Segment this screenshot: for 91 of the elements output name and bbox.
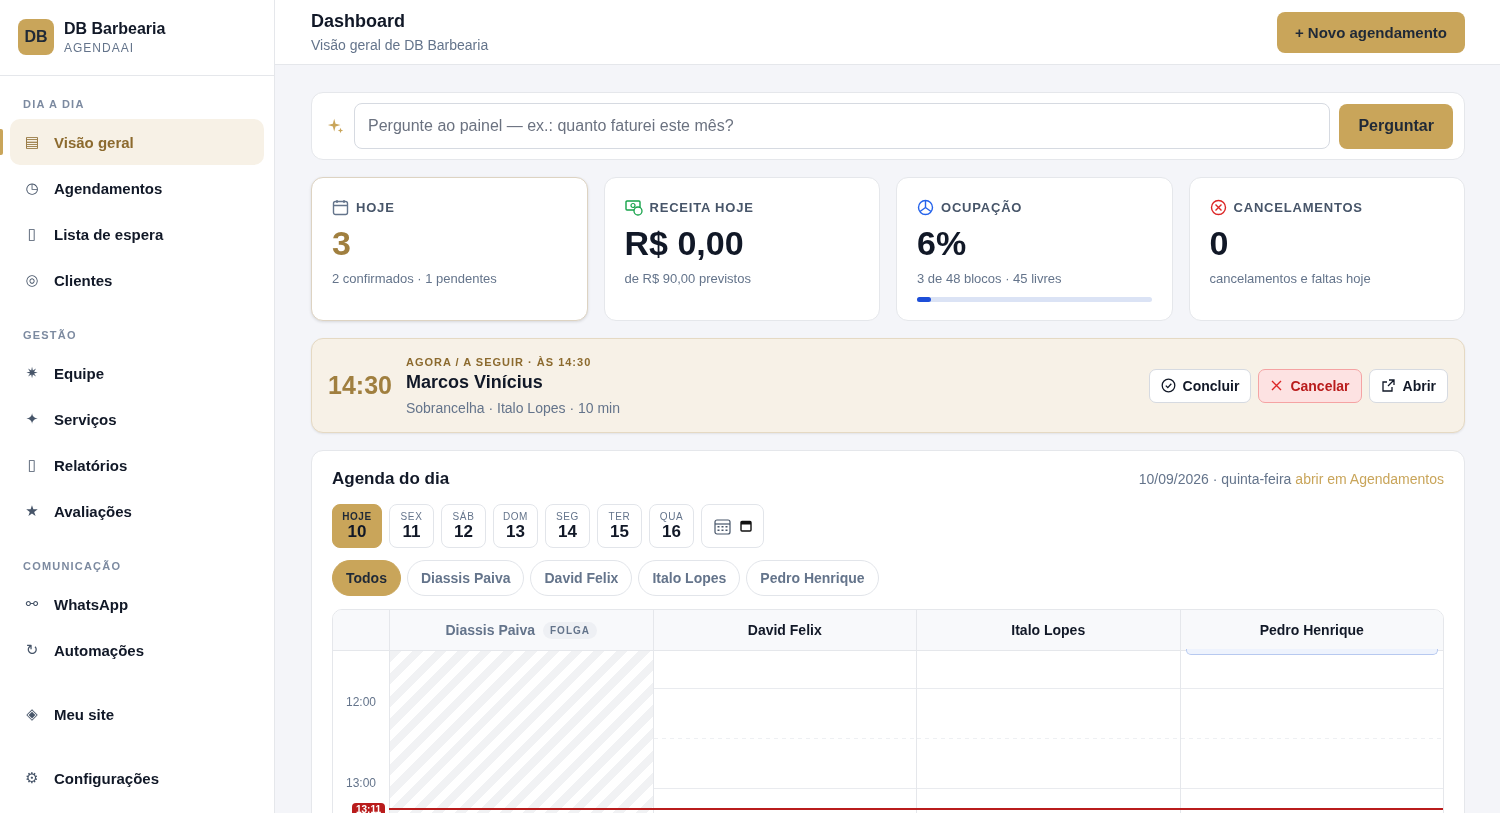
active-indicator bbox=[0, 129, 3, 155]
ask-field[interactable]: Pergunte ao painel — ex.: quanto faturei este mês? bbox=[354, 103, 1331, 149]
external-link-icon bbox=[1380, 378, 1396, 393]
stat-value: 6% bbox=[917, 225, 968, 263]
calendar-icon bbox=[739, 520, 752, 532]
agenda-date: 10/09/2026 · quinta-feira bbox=[1138, 471, 1292, 487]
staff-filter-chip[interactable]: Pedro Henrique bbox=[746, 560, 879, 596]
staff-filter-chip[interactable]: Italo Lopes bbox=[638, 560, 741, 596]
sidebar-item[interactable]: ✦ Serviços bbox=[10, 396, 264, 442]
stat-note: cancelamentos e faltas hoje bbox=[1209, 271, 1372, 287]
nav-icon: ▤ bbox=[24, 133, 40, 151]
nav-icon: ⚙ bbox=[24, 769, 40, 787]
client-name: Marcos Vinícius bbox=[405, 371, 544, 393]
staff-column-header: Pedro Henrique bbox=[1179, 610, 1443, 651]
staff-filter-chip[interactable]: David Felix bbox=[530, 560, 633, 596]
new-appointment-button[interactable]: + Novo agendamento bbox=[1276, 11, 1465, 53]
brand-logo: DB bbox=[18, 19, 54, 55]
brand-subtitle: AGENDAAI bbox=[64, 40, 135, 55]
section-title: DIA A DIA bbox=[22, 97, 86, 112]
stat-label: OCUPAÇÃO bbox=[941, 200, 1023, 215]
calendar-grid-icon bbox=[713, 517, 731, 535]
stat-note: 2 confirmados · 1 pendentes bbox=[332, 271, 498, 287]
day-chip[interactable]: TER 15 bbox=[597, 504, 642, 548]
section-title: GESTÃO bbox=[22, 328, 78, 343]
close-icon bbox=[1270, 379, 1284, 392]
day-chip[interactable]: SEG 14 bbox=[545, 504, 590, 548]
nav-icon: ▯ bbox=[24, 456, 40, 474]
nav-icon: ⚯ bbox=[24, 595, 40, 613]
sidebar-item[interactable]: ◈ Meu site bbox=[10, 691, 264, 737]
stat-label: HOJE bbox=[356, 200, 395, 215]
sidebar-item[interactable]: ⚙ Configurações bbox=[10, 755, 264, 801]
stat-note: 3 de 48 blocos · 45 livres bbox=[917, 271, 1063, 287]
nav-icon: ◈ bbox=[24, 705, 40, 723]
complete-button[interactable]: Concluir bbox=[1148, 368, 1252, 403]
stat-card[interactable]: CANCELAMENTOS 0 cancelamentos e faltas hoje bbox=[1188, 177, 1465, 321]
nav-icon: ↻ bbox=[24, 641, 40, 659]
staff-column-header: David Felix bbox=[652, 610, 916, 651]
calendar-icon bbox=[332, 199, 349, 216]
appointment-details: Sobrancelha · Italo Lopes · 10 min bbox=[405, 399, 621, 416]
sidebar-item[interactable]: ⚯ WhatsApp bbox=[10, 581, 264, 627]
day-chip[interactable]: QUA 16 bbox=[649, 504, 694, 548]
nav-icon: ◎ bbox=[24, 271, 40, 289]
stat-card[interactable]: RECEITA HOJE R$ 0,00 de R$ 90,00 previstos bbox=[603, 177, 880, 321]
staff-filter-chip[interactable]: Todos bbox=[332, 560, 401, 596]
stat-value: 3 bbox=[332, 225, 352, 263]
stat-value: 0 bbox=[1209, 225, 1230, 263]
nav-icon: ◷ bbox=[24, 179, 40, 197]
check-circle-icon bbox=[1160, 378, 1176, 393]
money-icon bbox=[624, 199, 643, 216]
staff-column-header: Diassis Paiva FOLGA bbox=[389, 610, 653, 651]
pie-chart-icon bbox=[917, 199, 934, 216]
ask-button[interactable]: Perguntar bbox=[1339, 103, 1453, 149]
sidebar-item[interactable]: ▯ Relatórios bbox=[10, 442, 264, 488]
hour-label: 13:00 bbox=[346, 776, 376, 790]
page-title: Dashboard bbox=[311, 11, 407, 32]
stat-card[interactable]: HOJE 3 2 confirmados · 1 pendentes bbox=[311, 177, 588, 321]
nav-icon: ✷ bbox=[24, 364, 40, 382]
appointment-time: 14:30 bbox=[328, 371, 392, 400]
sparkle-icon bbox=[327, 117, 345, 135]
current-time-label: 13:11 bbox=[352, 803, 386, 813]
sidebar-item[interactable]: ↻ Automações bbox=[10, 627, 264, 673]
sidebar-item[interactable]: ▯ Lista de espera bbox=[10, 211, 264, 257]
stat-value: R$ 0,00 bbox=[624, 225, 745, 263]
agenda-title: Agenda do dia bbox=[332, 469, 451, 489]
open-button[interactable]: Abrir bbox=[1368, 368, 1448, 403]
staff-column-header: Italo Lopes bbox=[916, 610, 1180, 651]
section-title: COMUNICAÇÃO bbox=[22, 559, 123, 574]
day-off-badge: FOLGA bbox=[543, 621, 597, 639]
day-chip[interactable]: HOJE 10 bbox=[332, 504, 382, 548]
stat-label: CANCELAMENTOS bbox=[1233, 200, 1363, 215]
sidebar-item[interactable]: ◷ Agendamentos bbox=[10, 165, 264, 211]
nav-icon: ▯ bbox=[24, 225, 40, 243]
appointment-eyebrow: AGORA / A SEGUIR · ÀS 14:30 bbox=[405, 355, 593, 368]
nav-icon: ★ bbox=[24, 502, 40, 520]
nav-icon: ✦ bbox=[24, 410, 40, 428]
date-picker-button[interactable] bbox=[701, 504, 764, 548]
stat-note: de R$ 90,00 previstos bbox=[624, 271, 752, 287]
day-chip[interactable]: SEX 11 bbox=[389, 504, 434, 548]
sidebar-item[interactable]: ✷ Equipe bbox=[10, 350, 264, 396]
hour-label: 12:00 bbox=[346, 695, 376, 709]
cancel-icon bbox=[1209, 199, 1227, 216]
cancel-button[interactable]: Cancelar bbox=[1258, 368, 1362, 403]
staff-filter-chip[interactable]: Diassis Paiva bbox=[406, 560, 525, 596]
brand-name: DB Barbearia bbox=[64, 19, 166, 38]
stat-label: RECEITA HOJE bbox=[649, 200, 754, 215]
page-subtitle: Visão geral de DB Barbearia bbox=[311, 37, 489, 53]
sidebar-item[interactable]: ★ Avaliações bbox=[10, 488, 264, 534]
day-chip[interactable]: SÁB 12 bbox=[441, 504, 486, 548]
sidebar-item[interactable]: ◎ Clientes bbox=[10, 257, 264, 303]
stat-card[interactable]: OCUPAÇÃO 6% 3 de 48 blocos · 45 livres bbox=[896, 177, 1173, 321]
day-chip[interactable]: DOM 13 bbox=[493, 504, 538, 548]
